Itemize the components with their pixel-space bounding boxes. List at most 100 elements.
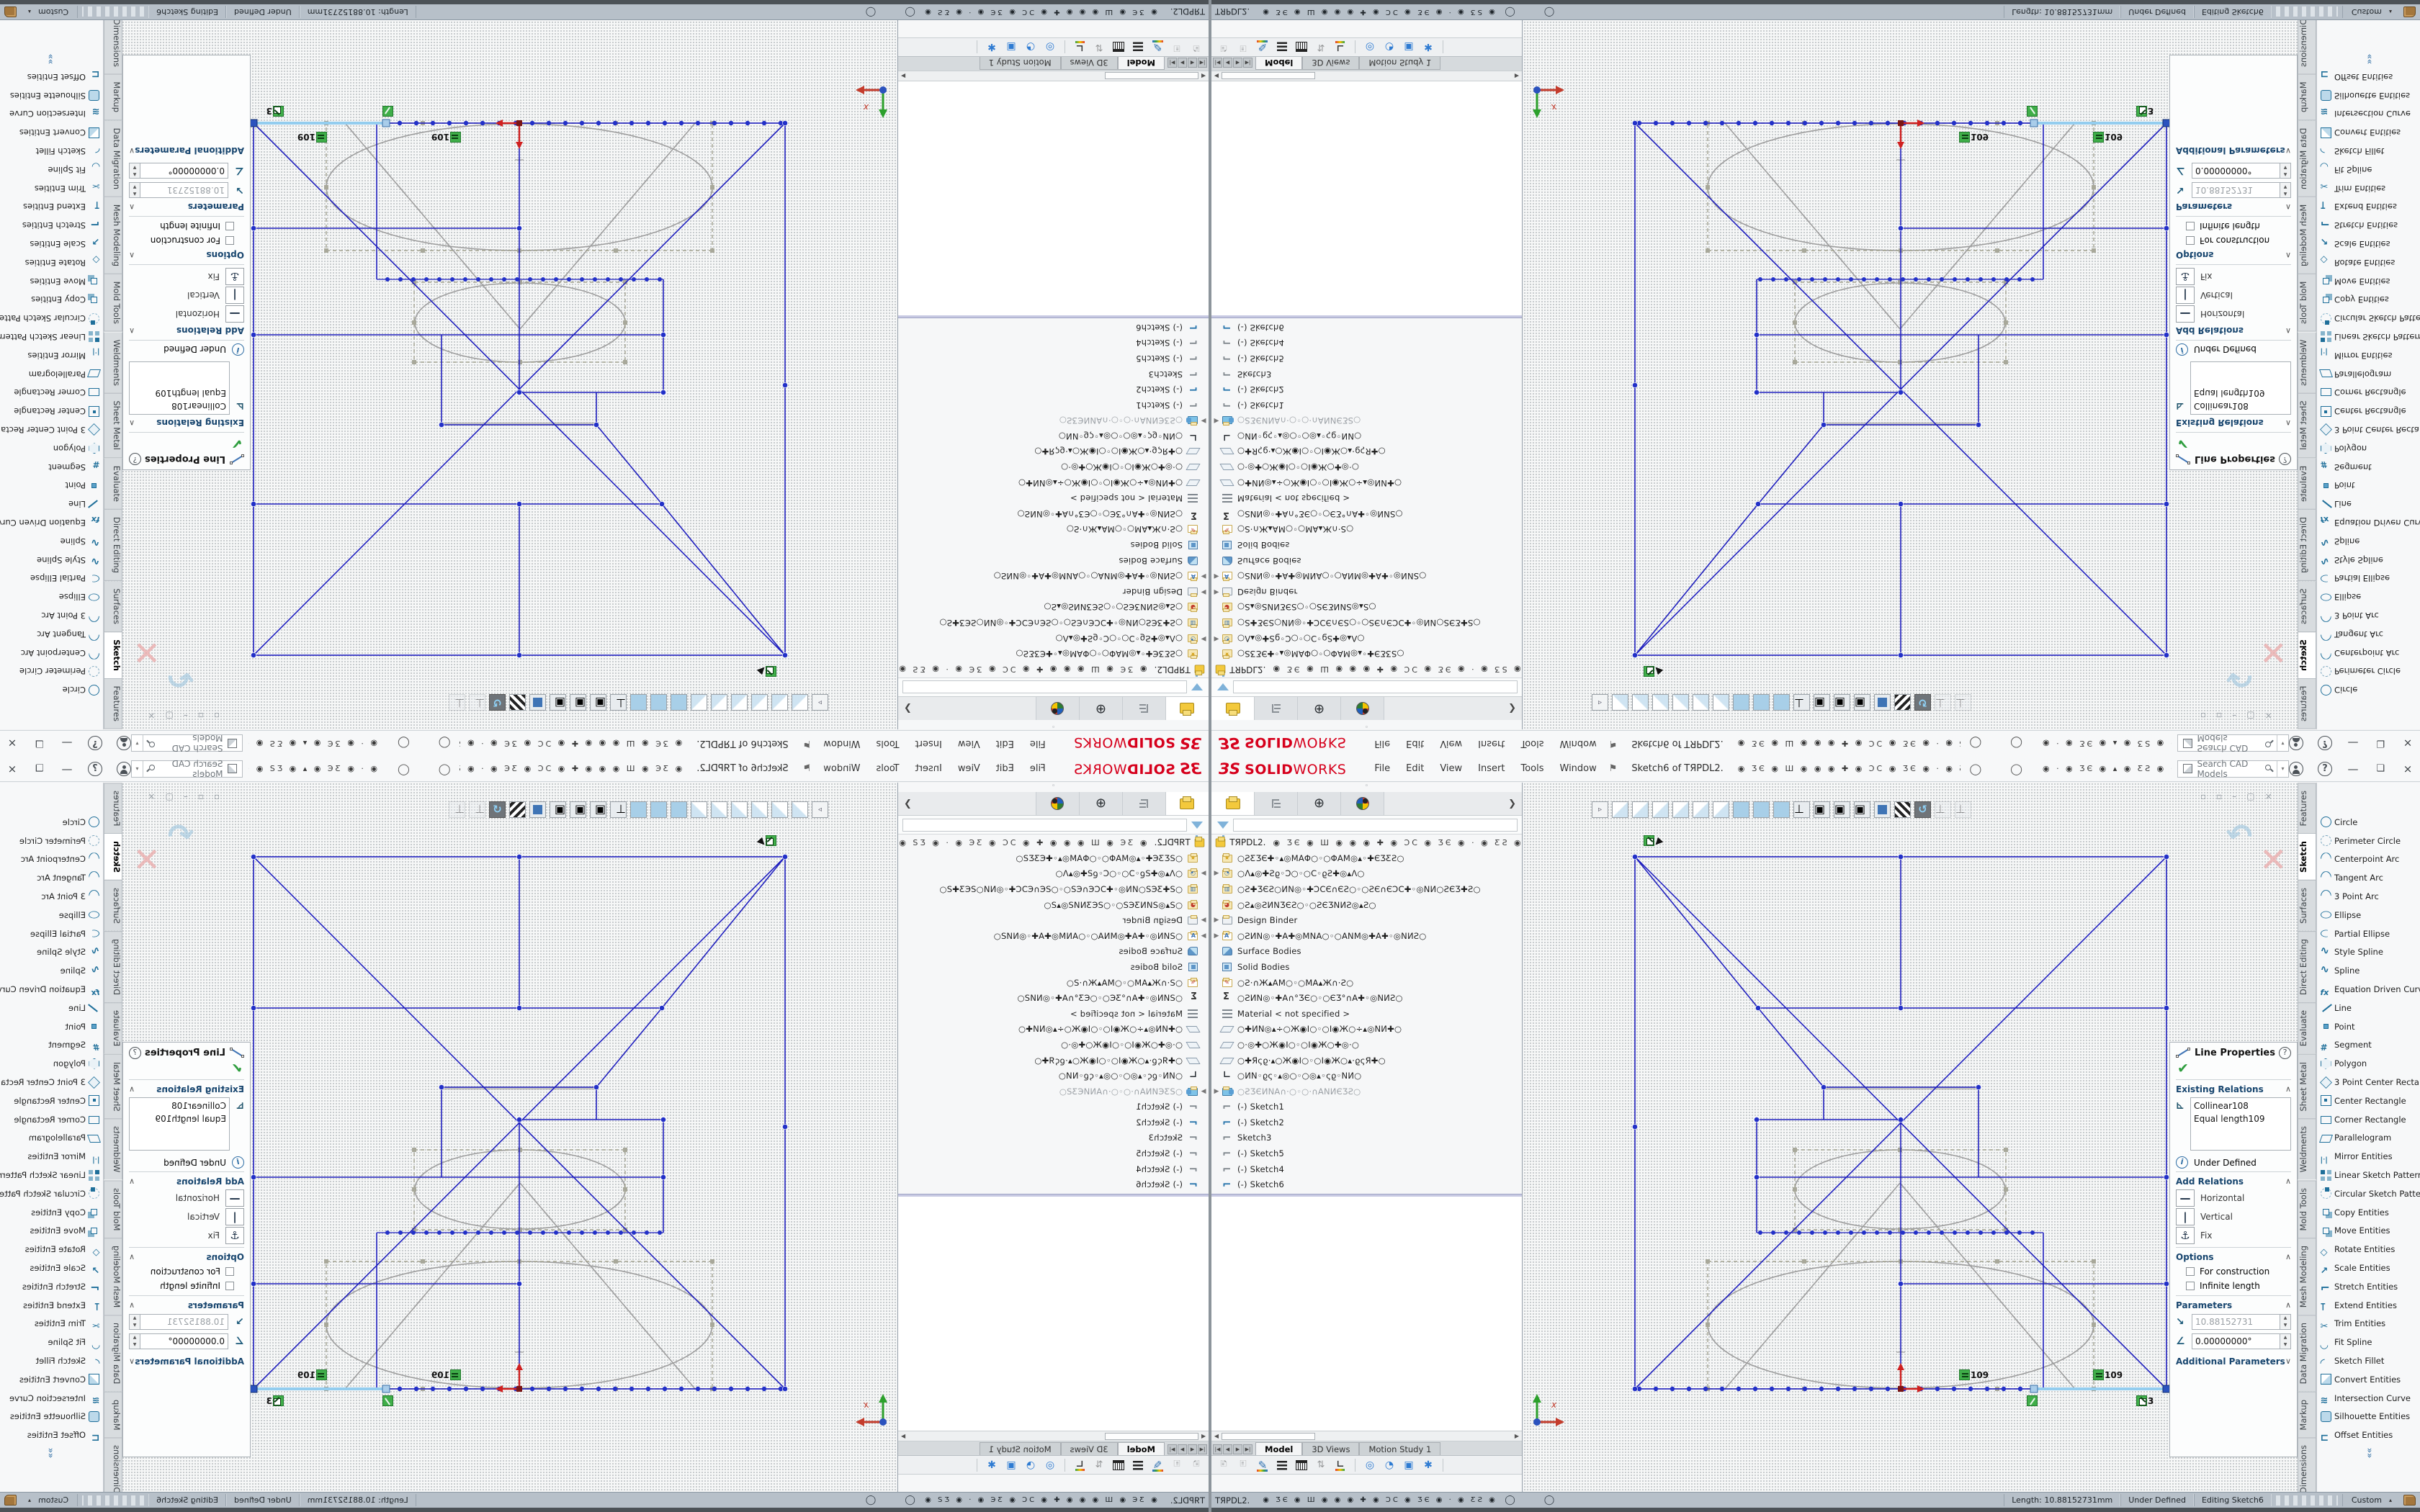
display-style-icon[interactable]: ▣ xyxy=(550,694,566,711)
grid-icon[interactable] xyxy=(1296,1460,1307,1470)
tool-3-point-arc[interactable]: 3 Point Arc xyxy=(0,887,103,906)
menu-window[interactable]: Window xyxy=(1552,735,1605,752)
tool-corner-rectangle[interactable]: Corner Rectangle xyxy=(0,383,103,402)
relations-listbox[interactable]: Collinear108 Equal length109 xyxy=(2190,361,2291,415)
cube-top-icon[interactable] xyxy=(711,801,727,818)
restore-button[interactable]: ❏ xyxy=(2374,763,2387,774)
cm-tab-sketch[interactable]: Sketch xyxy=(2298,632,2316,679)
mm-nav-button[interactable]: ▶| xyxy=(1243,1444,1252,1454)
tree-root-row[interactable]: TЯPDL2. ◉ ƷЄ ◉ Ш ◉ ◉ ◉ ✚ ◉ ƆC ◉ ƷЄ ◉ · ◉… xyxy=(1211,834,1522,850)
cm-tab-features[interactable]: Features xyxy=(2298,783,2316,833)
tool-circle[interactable]: Circle xyxy=(0,813,103,832)
tool-copy-entities[interactable]: Copy Entities xyxy=(2317,1203,2420,1222)
relation-badge-equal[interactable]: 109 xyxy=(1959,132,1989,143)
cm-tab-sheet-metal[interactable]: Sheet Metal xyxy=(2298,394,2316,459)
tool-style-spline[interactable]: Style Spline xyxy=(0,551,103,570)
tool-fit-spline[interactable]: Fit Spline xyxy=(0,1333,103,1351)
cm-tab-mesh-modeling[interactable]: Mesh Modeling xyxy=(104,1238,122,1315)
filter-input[interactable] xyxy=(1233,819,1518,832)
tool-centerpoint-arc[interactable]: Centerpoint Arc xyxy=(0,850,103,869)
menu-file[interactable]: File xyxy=(1366,760,1398,777)
relation-badge-3[interactable]: 3 xyxy=(2136,1395,2154,1406)
tree-item[interactable]: ★○ƧƸƷЄ✚◦▴◎ΜΑΦ○◦○ΦΑΜ◎▴◦✚ЄƷƸƧ○ xyxy=(1211,850,1522,866)
account-icon[interactable] xyxy=(117,762,131,776)
scrollbar-thumb[interactable] xyxy=(1105,1433,1198,1440)
relation-badge-3[interactable]: 3 xyxy=(266,106,284,117)
display-settings-icon[interactable]: ▣ xyxy=(1814,694,1830,711)
checkbox[interactable] xyxy=(2186,236,2195,245)
tree-item[interactable]: ▶○ƧƷЄИΝΑ∩·○◦○·∩ΑΝИЄƷƧ○ xyxy=(1211,1084,1522,1099)
panel-help-icon[interactable]: ? xyxy=(129,1047,141,1059)
cube-iso-icon[interactable] xyxy=(1733,694,1749,711)
checkbox[interactable] xyxy=(225,236,234,245)
existing-relations-header[interactable]: Existing Relations∧ xyxy=(2176,418,2291,428)
tool-circle[interactable]: Circle xyxy=(2317,813,2420,832)
panel-help-icon[interactable]: ? xyxy=(129,453,141,465)
cm-tab-markup[interactable]: Markup xyxy=(2298,1392,2316,1438)
tree-item[interactable]: ▶A○ƧИΝ◎◦✚Α✚◎ΜΝΑ○◦○ΑΝΜ◎✚Α✚◦◎ΝИƧ○ xyxy=(1211,568,1522,584)
relation-item[interactable]: Collinear108 xyxy=(133,400,226,413)
tree-item[interactable]: ◕○Ƨ▴◎ƧИΝƷЄƧ○◦○ƧЄƷΝИƧ◎▴Ƨ○ xyxy=(1211,600,1522,616)
cube-left-icon[interactable] xyxy=(1652,801,1669,818)
cube-right-icon[interactable] xyxy=(1672,694,1689,711)
checkbox[interactable] xyxy=(2186,222,2195,230)
tab-featuremanager-tree[interactable] xyxy=(1211,792,1255,815)
collapse-chevron-icon[interactable]: ∧ xyxy=(2285,250,2291,260)
expander-icon[interactable]: ▶ xyxy=(1211,870,1222,877)
photo-icon[interactable]: 🗉 xyxy=(1170,40,1183,53)
filter-input[interactable] xyxy=(902,681,1187,694)
tool-stretch-entities[interactable]: Stretch Entities xyxy=(0,216,103,235)
child-close-icon[interactable]: × xyxy=(148,711,155,721)
tool-circle[interactable]: Circle xyxy=(0,680,103,699)
menu-window[interactable]: Window xyxy=(815,735,868,752)
tool-line[interactable]: Line xyxy=(0,999,103,1017)
relation-item[interactable]: Collinear108 xyxy=(2194,1099,2287,1112)
tree-item[interactable]: ○✚ИΝ◎▴÷○Ж◉Ι○◦○Ι◉Ж○÷▴◎ΝИ✚○ xyxy=(898,475,1209,491)
tool-point[interactable]: Point xyxy=(0,476,103,495)
tree-item[interactable]: Material < not specified > xyxy=(898,1006,1209,1022)
child-maximize-icon[interactable]: ▢ xyxy=(165,711,173,721)
infinite-length-option[interactable]: Infinite length xyxy=(129,1281,234,1291)
ghost-view-icon[interactable]: ⊥ xyxy=(469,694,485,711)
tree-item[interactable]: ⌐(-) Sketch2 xyxy=(898,382,1209,397)
tool-polygon[interactable]: Polygon xyxy=(0,439,103,458)
mm-nav-button[interactable]: ▶ xyxy=(1233,58,1242,68)
tool-move-entities[interactable]: Move Entities xyxy=(2317,272,2420,291)
cm-tab-surfaces[interactable]: Surfaces xyxy=(2298,880,2316,931)
mm-nav-button[interactable]: ▶ xyxy=(1178,1444,1187,1454)
cube-bottom-icon[interactable] xyxy=(1713,801,1729,818)
tree-item[interactable]: ⌐(-) Sketch2 xyxy=(1211,382,1522,397)
cm-tab-sketch[interactable]: Sketch xyxy=(104,632,122,679)
search-input[interactable]: Search CAD Models xyxy=(155,759,223,779)
panel-splitter-handle[interactable]: ◦ xyxy=(898,783,1209,792)
tool-center-rectangle[interactable]: Center Rectangle xyxy=(2317,402,2420,420)
relation-badge-equal[interactable]: 109 xyxy=(431,1369,461,1380)
tree-item[interactable]: ∟○ИΝ◦ϱς◦▴◎○◦○◎▴◦ςϱ◦ΝИ○ xyxy=(898,1068,1209,1084)
gear-icon[interactable]: ✱ xyxy=(985,1459,998,1472)
tree-item[interactable]: Surface Bodies xyxy=(898,944,1209,960)
cube-back-icon[interactable] xyxy=(771,801,788,818)
tool-convert-entities[interactable]: Convert Entities xyxy=(0,1370,103,1389)
expand-chevron-icon[interactable]: ∨ xyxy=(129,1356,135,1367)
pin-icon[interactable]: ⚑ xyxy=(1609,738,1618,749)
panel-splitter-handle[interactable]: ◦ xyxy=(1211,720,1522,729)
tree-item[interactable]: ○✚Яςϱ·▴○Ж◉Ι○◦○Ι◉Ж○▴·ϱςЯ✚○ xyxy=(898,1053,1209,1068)
cube-bottom-icon[interactable] xyxy=(691,694,707,711)
gear-check-icon[interactable]: ◎ xyxy=(1044,1459,1057,1472)
tool-spline[interactable]: Spline xyxy=(2317,961,2420,980)
tool-point[interactable]: Point xyxy=(0,1017,103,1036)
angle-field[interactable]: 0.00000000° xyxy=(140,1333,228,1349)
horizontal-scrollbar[interactable]: ◀ ▶ xyxy=(1211,1431,1522,1441)
restore-button[interactable]: ❏ xyxy=(2374,738,2387,749)
tool-point[interactable]: Point xyxy=(2317,1017,2420,1036)
tree-item[interactable]: ○✚Яςϱ·▴○Ж◉Ι○◦○Ι◉Ж○▴·ϱςЯ✚○ xyxy=(1211,444,1522,460)
search-icon[interactable] xyxy=(146,739,155,748)
menu-tools[interactable]: Tools xyxy=(1512,735,1551,752)
tree-item[interactable]: ⌐(-) Sketch4 xyxy=(1211,336,1522,351)
tool-line[interactable]: Line xyxy=(2317,999,2420,1017)
mm-nav-button[interactable]: ◀ xyxy=(1188,1444,1197,1454)
cube-trimetric-icon[interactable] xyxy=(630,694,647,711)
cm-tab-sheet-metal[interactable]: Sheet Metal xyxy=(104,1054,122,1119)
additional-parameters-header[interactable]: Additional Parameters∨ xyxy=(2176,1356,2291,1367)
search-input[interactable]: Search CAD Models xyxy=(155,734,223,754)
